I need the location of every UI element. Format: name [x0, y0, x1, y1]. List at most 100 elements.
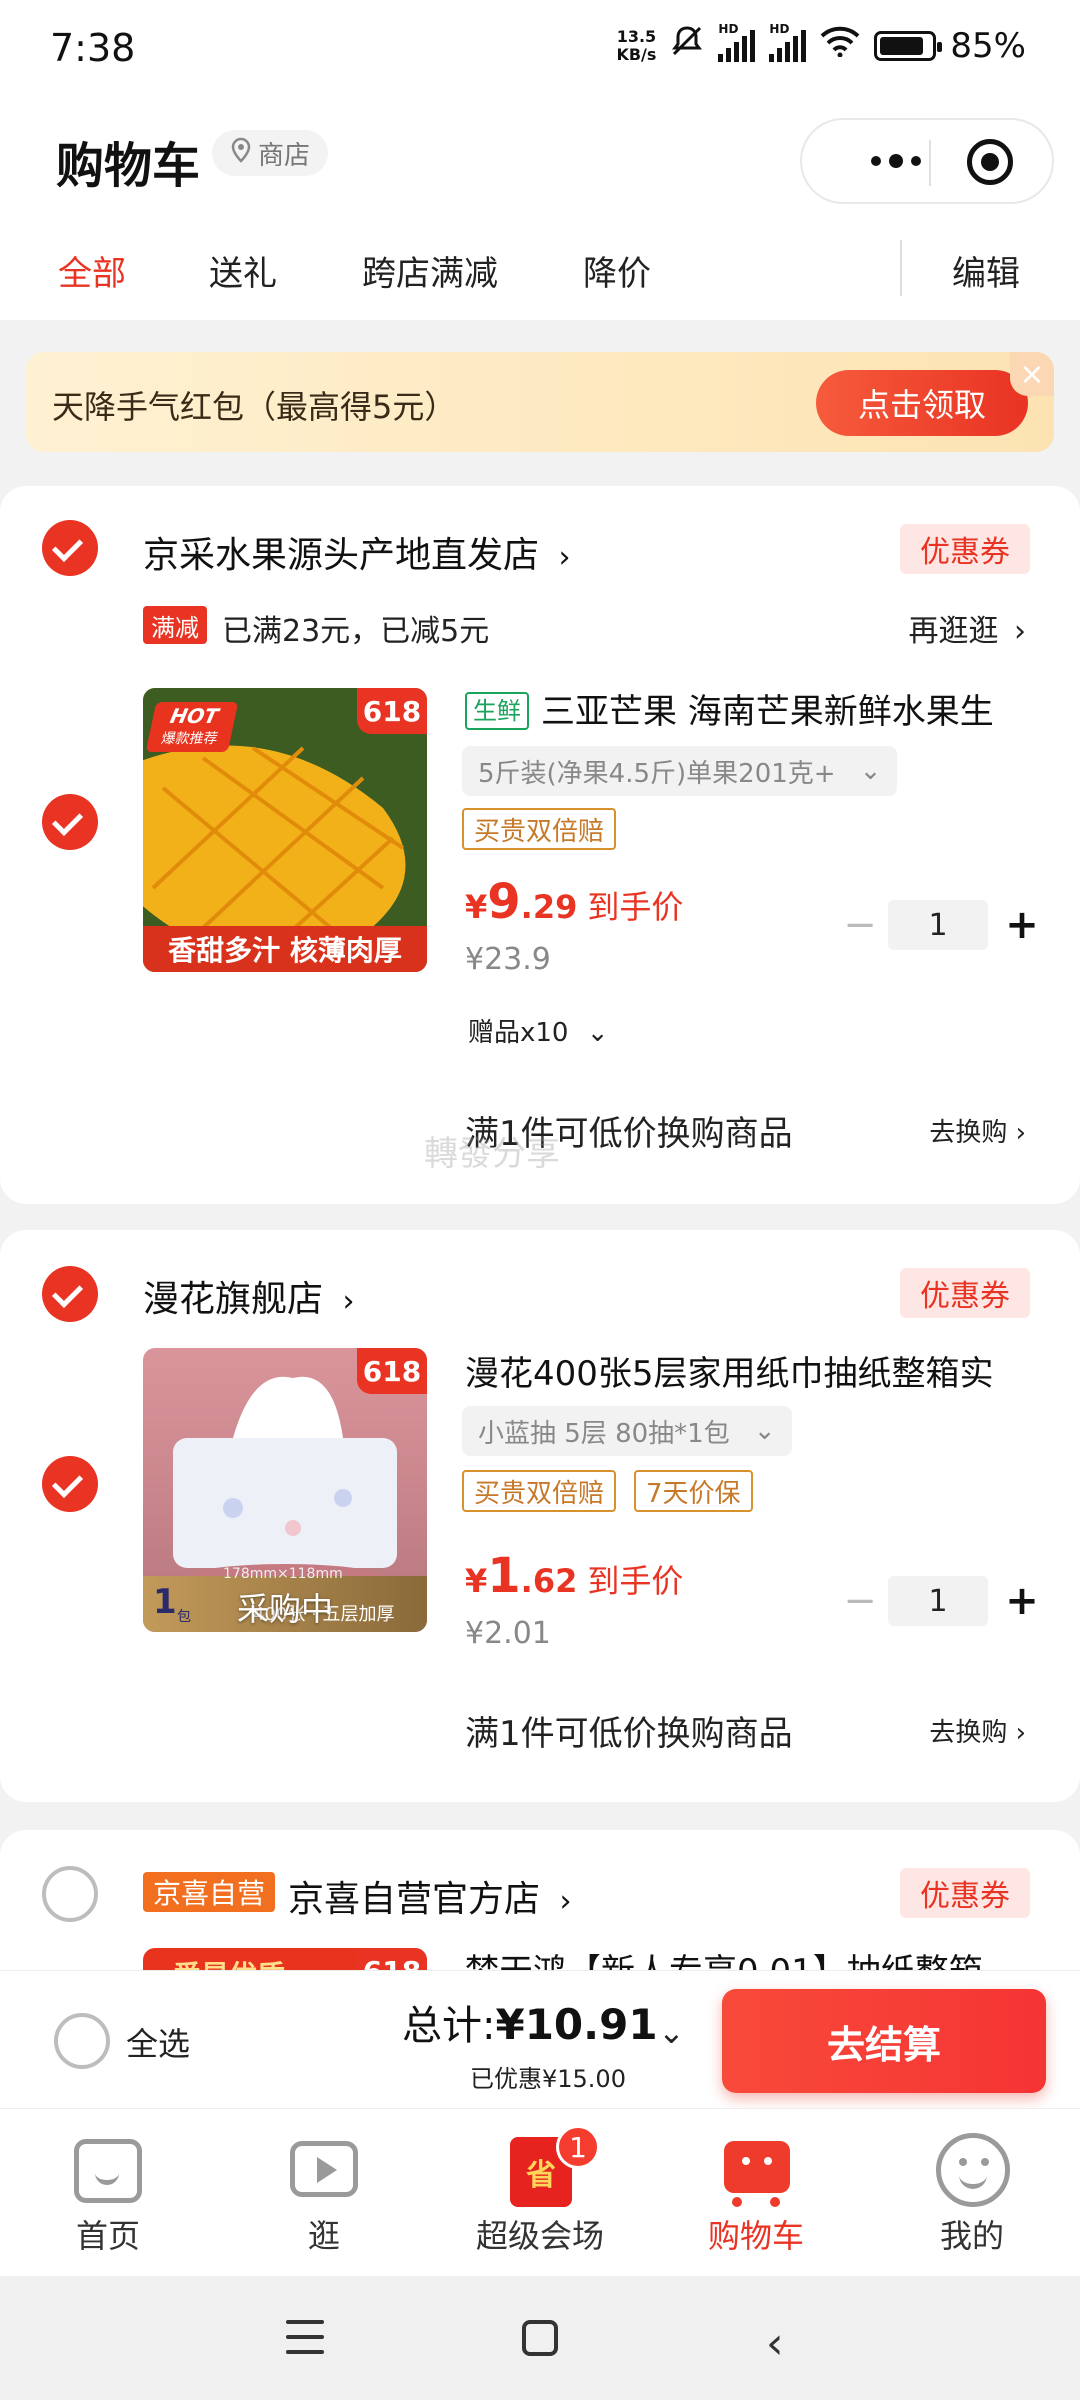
increase-button[interactable]: +	[1002, 1576, 1042, 1626]
location-pin-icon	[230, 137, 252, 170]
tab-super-venue[interactable]: 省 1 超级会场	[460, 2109, 620, 2277]
video-icon	[284, 2129, 364, 2209]
more-icon[interactable]	[836, 120, 956, 202]
claim-button[interactable]: 点击领取	[816, 370, 1028, 436]
full-reduction-text: 已满23元，已减5元	[222, 614, 490, 649]
price-protection-tag: 7天价保	[634, 1470, 753, 1512]
final-price: ¥9.29 到手价	[465, 874, 684, 930]
spec-selector[interactable]: 小蓝抽 5层 80抽*1包 ⌄	[462, 1406, 792, 1456]
increase-button[interactable]: +	[1002, 900, 1042, 950]
tab-home[interactable]: 首页	[28, 2109, 188, 2277]
total-amount: 总计:¥10.91	[402, 2000, 658, 2049]
image-caption: 香甜多汁 核薄肉厚	[143, 926, 427, 972]
tabs-divider	[900, 240, 902, 296]
header: 购物车 商店	[0, 100, 1080, 220]
signal-icon-1: HD	[718, 22, 756, 62]
select-all-label[interactable]: 全选	[126, 2019, 190, 2065]
close-icon[interactable]: ×	[1010, 352, 1054, 396]
shop-card: 京采水果源头产地直发店 › 优惠券 满减 已满23元，已减5元 再逛逛 › HO…	[0, 486, 1080, 1204]
discount-summary: 已优惠¥15.00	[470, 2065, 626, 2093]
coupon-button[interactable]: 优惠券	[900, 524, 1030, 574]
coupon-button[interactable]: 优惠券	[900, 1268, 1030, 1318]
chevron-right-icon: ›	[342, 1284, 355, 1319]
full-reduction-tag: 满减	[143, 606, 207, 644]
battery-icon	[874, 30, 943, 61]
store-tag-label: 商店	[258, 140, 311, 171]
battery-level: 85%	[950, 25, 1026, 66]
double-compensation-tag: 买贵双倍赔	[462, 1470, 617, 1512]
shop-card: 漫花旗舰店 › 优惠券 618 1 包 178mm×118mm 400张 · 五…	[0, 1230, 1080, 1802]
shop-checkbox[interactable]	[42, 1266, 98, 1322]
product-title[interactable]: 漫花400张5层家用纸巾抽纸整箱实	[465, 1346, 1035, 1395]
system-nav-bar: ‹	[0, 2276, 1080, 2400]
tab-browse[interactable]: 逛	[244, 2109, 404, 2277]
back-icon[interactable]: ‹	[766, 2318, 784, 2369]
wifi-icon	[820, 25, 860, 66]
product-image[interactable]: 618 1 包 178mm×118mm 400张 · 五层加厚 采购中	[143, 1348, 427, 1632]
tab-gift[interactable]: 送礼	[209, 246, 277, 295]
purchasing-overlay: 采购中	[236, 1590, 333, 1628]
edit-button[interactable]: 编辑	[952, 246, 1020, 295]
swap-link[interactable]: 去换购 ›	[929, 1712, 1026, 1749]
product-image[interactable]: HOT 爆款推荐 618 香甜多汁 核薄肉厚	[143, 688, 427, 972]
chevron-right-icon: ›	[1015, 1118, 1026, 1148]
signal-icon-2: HD	[769, 22, 807, 62]
chevron-right-icon: ›	[559, 1884, 572, 1919]
chevron-right-icon: ›	[1015, 1718, 1026, 1748]
tab-price-drop[interactable]: 降价	[583, 246, 651, 295]
venue-icon: 省 1	[500, 2125, 600, 2209]
chevron-down-icon: ⌄	[586, 1018, 609, 1048]
banner-text: 天降手气红包（最高得5元）	[52, 388, 457, 426]
shop-checkbox[interactable]	[42, 1866, 98, 1922]
status-time: 7:38	[50, 26, 136, 70]
tab-cross-store-discount[interactable]: 跨店满减	[362, 246, 498, 295]
profile-icon	[932, 2129, 1012, 2209]
fresh-tag: 生鲜	[465, 692, 529, 730]
swap-link[interactable]: 去换购 ›	[929, 1112, 1026, 1149]
recent-apps-icon[interactable]	[286, 2320, 324, 2354]
mute-icon	[670, 24, 704, 67]
chevron-right-icon: ›	[1014, 614, 1026, 649]
page-title: 购物车	[56, 138, 201, 194]
browse-more-link[interactable]: 再逛逛 ›	[908, 606, 1026, 650]
chevron-down-icon[interactable]: ⌄	[658, 2013, 685, 2051]
chevron-right-icon: ›	[558, 540, 571, 575]
original-price: ¥23.9	[465, 942, 551, 977]
home-button-icon[interactable]	[522, 2320, 558, 2356]
item-checkbox[interactable]	[42, 794, 98, 850]
gift-toggle[interactable]: 赠品x10 ⌄	[468, 1012, 609, 1049]
shop-name[interactable]: 京采水果源头产地直发店 ›	[143, 526, 570, 578]
self-operated-tag: 京喜自营	[143, 1872, 276, 1912]
final-price: ¥1.62 到手价	[465, 1548, 684, 1604]
decrease-button[interactable]: −	[842, 1576, 878, 1626]
cart-icon	[716, 2129, 796, 2209]
decrease-button[interactable]: −	[842, 900, 878, 950]
chevron-down-icon: ⌄	[753, 1416, 776, 1446]
hot-badge: HOT 爆款推荐	[145, 702, 239, 752]
select-all-checkbox[interactable]	[54, 2013, 110, 2069]
bottom-tab-bar: 首页 逛 省 1 超级会场 购物车 我的	[0, 2108, 1080, 2276]
tab-cart[interactable]: 购物车	[676, 2109, 836, 2277]
tab-all[interactable]: 全部	[58, 246, 126, 295]
status-icons: 13.5 KB/s HD HD 85%	[616, 22, 1026, 67]
shop-name[interactable]: 漫花旗舰店 ›	[143, 1270, 354, 1322]
quantity-value[interactable]: 1	[888, 900, 988, 950]
close-program-icon[interactable]	[967, 139, 1013, 185]
product-title[interactable]: 生鲜 三亚芒果 海南芒果新鲜水果生	[465, 684, 1035, 733]
chevron-down-icon: ⌄	[859, 756, 882, 786]
capsule-divider	[929, 140, 931, 186]
spec-selector[interactable]: 5斤装(净果4.5斤)单果201克+ ⌄	[462, 746, 898, 796]
tab-profile[interactable]: 我的	[892, 2109, 1052, 2277]
checkout-bar: 全选 总计:¥10.91 ⌄ 已优惠¥15.00 去结算	[0, 1970, 1080, 2108]
promo-618-badge: 618	[357, 688, 427, 734]
store-tag[interactable]: 商店	[212, 130, 329, 176]
home-icon	[68, 2129, 148, 2209]
item-checkbox[interactable]	[42, 1456, 98, 1512]
coupon-button[interactable]: 优惠券	[900, 1868, 1030, 1918]
notification-badge: 1	[556, 2125, 600, 2169]
quantity-stepper: − 1 +	[842, 1576, 1042, 1626]
shop-checkbox[interactable]	[42, 520, 98, 576]
quantity-value[interactable]: 1	[888, 1576, 988, 1626]
checkout-button[interactable]: 去结算	[722, 1989, 1046, 2093]
shop-name[interactable]: 京喜自营官方店 ›	[288, 1870, 571, 1922]
